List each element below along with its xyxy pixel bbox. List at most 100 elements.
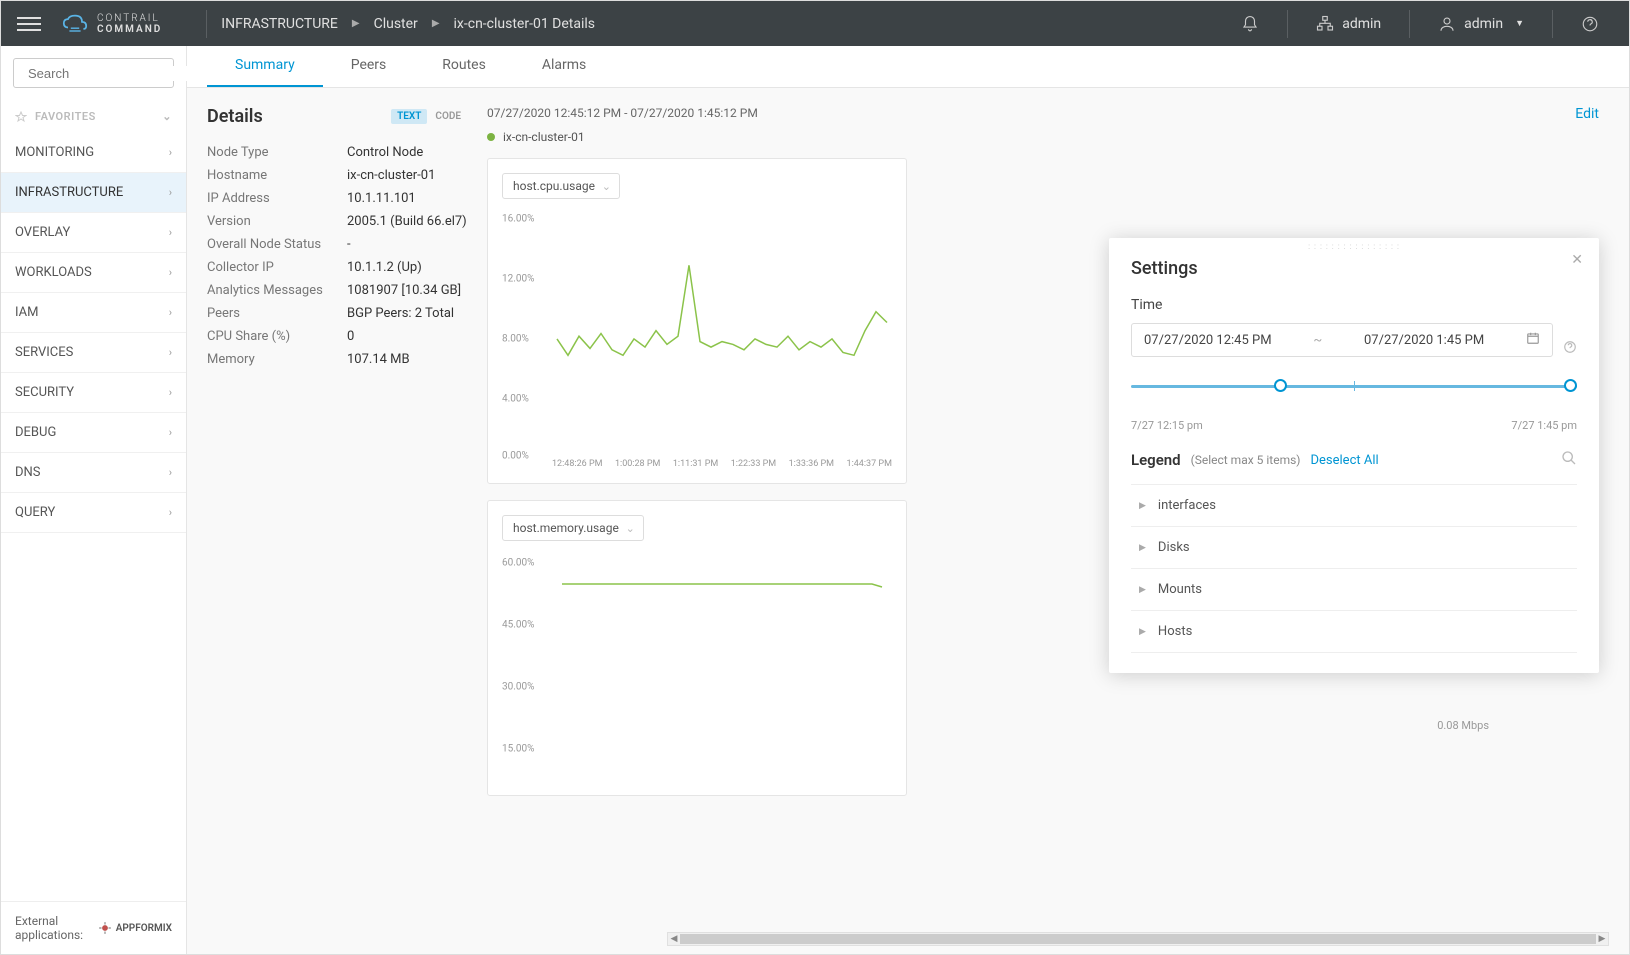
scroll-right-arrow[interactable]: ▶ (1596, 934, 1608, 944)
user-icon (1438, 15, 1456, 33)
slider-label-from: 7/27 12:15 pm (1131, 419, 1203, 432)
deselect-all-button[interactable]: Deselect All (1310, 453, 1378, 468)
tab-alarms[interactable]: Alarms (514, 46, 614, 87)
sidebar-search[interactable] (13, 58, 174, 88)
sitemap-icon (1316, 15, 1334, 33)
breadcrumb-item[interactable]: ix-cn-cluster-01 Details (454, 16, 596, 32)
sidebar-item-security[interactable]: SECURITY› (1, 373, 186, 413)
logo[interactable]: CONTRAILCOMMAND (61, 13, 162, 35)
drag-handle-icon[interactable]: : : : : : : : : : : : : : : : : (1308, 242, 1400, 251)
chevron-right-icon: › (169, 386, 172, 399)
chevron-right-icon: › (169, 506, 172, 519)
tab-routes[interactable]: Routes (414, 46, 514, 87)
time-range-label: 07/27/2020 12:45:12 PM - 07/27/2020 1:45… (487, 106, 1417, 120)
detail-row: PeersBGP Peers: 2 Total (207, 302, 467, 325)
details-panel: Details TEXT CODE Node TypeControl NodeH… (207, 106, 467, 922)
domain-selector[interactable]: admin (1302, 15, 1395, 33)
caret-right-icon: ▶ (1139, 543, 1146, 553)
sidebar-item-iam[interactable]: IAM› (1, 293, 186, 333)
horizontal-scrollbar[interactable]: ◀ ▶ (667, 932, 1609, 946)
time-slider[interactable] (1131, 375, 1577, 415)
y-tick: 16.00% (502, 214, 534, 225)
memory-chart (552, 551, 892, 761)
caret-down-icon: ▼ (1515, 18, 1524, 29)
legend-search-button[interactable] (1561, 450, 1577, 470)
y-tick: 45.00% (502, 619, 534, 630)
sidebar-footer: External applications: APPFORMIX (1, 901, 186, 954)
slider-handle-right[interactable] (1564, 379, 1577, 392)
legend-label: Legend (1131, 451, 1181, 469)
notifications-button[interactable] (1227, 15, 1273, 33)
sidebar-item-overlay[interactable]: OVERLAY› (1, 213, 186, 253)
text-toggle[interactable]: TEXT (391, 109, 427, 124)
legend-group-disks[interactable]: ▶Disks (1131, 527, 1577, 569)
hamburger-menu[interactable] (17, 12, 41, 36)
tab-summary[interactable]: Summary (207, 46, 323, 87)
chevron-right-icon: › (169, 306, 172, 319)
caret-right-icon: ▶ (1139, 501, 1146, 511)
code-toggle[interactable]: CODE (429, 109, 467, 124)
help-icon (1581, 15, 1599, 33)
caret-right-icon: ▶ (1139, 585, 1146, 595)
legend-group-hosts[interactable]: ▶Hosts (1131, 611, 1577, 653)
background-rate-label: 0.08 Mbps (1437, 719, 1489, 732)
memory-metric-select[interactable]: host.memory.usage (502, 515, 644, 541)
date-separator: ~ (1313, 333, 1322, 348)
breadcrumb-item[interactable]: Cluster (374, 16, 418, 32)
chevron-right-icon: › (169, 346, 172, 359)
slider-handle-left[interactable] (1274, 379, 1287, 392)
chevron-right-icon: › (169, 466, 172, 479)
memory-chart-card: host.memory.usage 60.00% 45.00% 30.00% 1… (487, 500, 907, 796)
help-icon[interactable] (1563, 340, 1577, 358)
date-to: 07/27/2020 1:45 PM (1364, 333, 1484, 348)
appformix-link[interactable]: APPFORMIX (98, 921, 172, 935)
user-menu[interactable]: admin▼ (1424, 15, 1538, 33)
x-tick: 1:11:31 PM (673, 459, 718, 469)
favorites-section[interactable]: FAVORITES ⌄ (1, 100, 186, 133)
sidebar-item-debug[interactable]: DEBUG› (1, 413, 186, 453)
legend-hint: (Select max 5 items) (1191, 453, 1301, 467)
tab-peers[interactable]: Peers (323, 46, 415, 87)
sidebar-item-services[interactable]: SERVICES› (1, 333, 186, 373)
y-tick: 15.00% (502, 743, 534, 754)
sidebar-item-workloads[interactable]: WORKLOADS› (1, 253, 186, 293)
scroll-left-arrow[interactable]: ◀ (668, 934, 680, 944)
legend-list[interactable]: ▶interfaces▶Disks▶Mounts▶Hosts (1131, 484, 1577, 653)
y-tick: 30.00% (502, 681, 534, 692)
x-tick: 1:44:37 PM (847, 459, 892, 469)
search-input[interactable] (28, 66, 204, 81)
logo-text: CONTRAILCOMMAND (97, 13, 162, 35)
y-tick: 8.00% (502, 334, 529, 345)
detail-row: Analytics Messages1081907 [10.34 GB] (207, 279, 467, 302)
text-code-toggle[interactable]: TEXT CODE (391, 109, 467, 124)
date-range-picker[interactable]: 07/27/2020 12:45 PM ~ 07/27/2020 1:45 PM (1131, 323, 1553, 357)
edit-link[interactable]: Edit (1575, 106, 1599, 122)
detail-row: Node TypeControl Node (207, 141, 467, 164)
cpu-metric-select[interactable]: host.cpu.usage (502, 173, 620, 199)
sidebar-item-monitoring[interactable]: MONITORING› (1, 133, 186, 173)
x-tick: 1:33:36 PM (789, 459, 834, 469)
detail-row: Memory107.14 MB (207, 348, 467, 371)
legend-group-mounts[interactable]: ▶Mounts (1131, 569, 1577, 611)
status-dot-icon (487, 133, 495, 141)
sidebar-item-query[interactable]: QUERY› (1, 493, 186, 533)
legend-group-interfaces[interactable]: ▶interfaces (1131, 485, 1577, 527)
breadcrumb-item[interactable]: INFRASTRUCTURE (221, 16, 338, 32)
details-title: Details (207, 106, 263, 127)
y-tick: 4.00% (502, 393, 529, 404)
help-button[interactable] (1567, 15, 1613, 33)
main-content: SummaryPeersRoutesAlarms Edit Details TE… (187, 46, 1629, 954)
calendar-icon (1526, 331, 1540, 349)
chevron-right-icon: › (169, 146, 172, 159)
close-button[interactable]: ✕ (1571, 252, 1583, 268)
app-header: CONTRAILCOMMAND INFRASTRUCTURE ▶ Cluster… (1, 1, 1629, 46)
sidebar-item-infrastructure[interactable]: INFRASTRUCTURE› (1, 173, 186, 213)
settings-panel: : : : : : : : : : : : : : : : : ✕ Settin… (1109, 238, 1599, 673)
sidebar-item-dns[interactable]: DNS› (1, 453, 186, 493)
sidebar: FAVORITES ⌄ MONITORING›INFRASTRUCTURE›OV… (1, 46, 187, 954)
detail-row: Overall Node Status- (207, 233, 467, 256)
tabs: SummaryPeersRoutesAlarms (187, 46, 1629, 88)
detail-row: Collector IP10.1.1.2 (Up) (207, 256, 467, 279)
detail-row: Hostnameix-cn-cluster-01 (207, 164, 467, 187)
slider-label-to: 7/27 1:45 pm (1511, 419, 1577, 432)
